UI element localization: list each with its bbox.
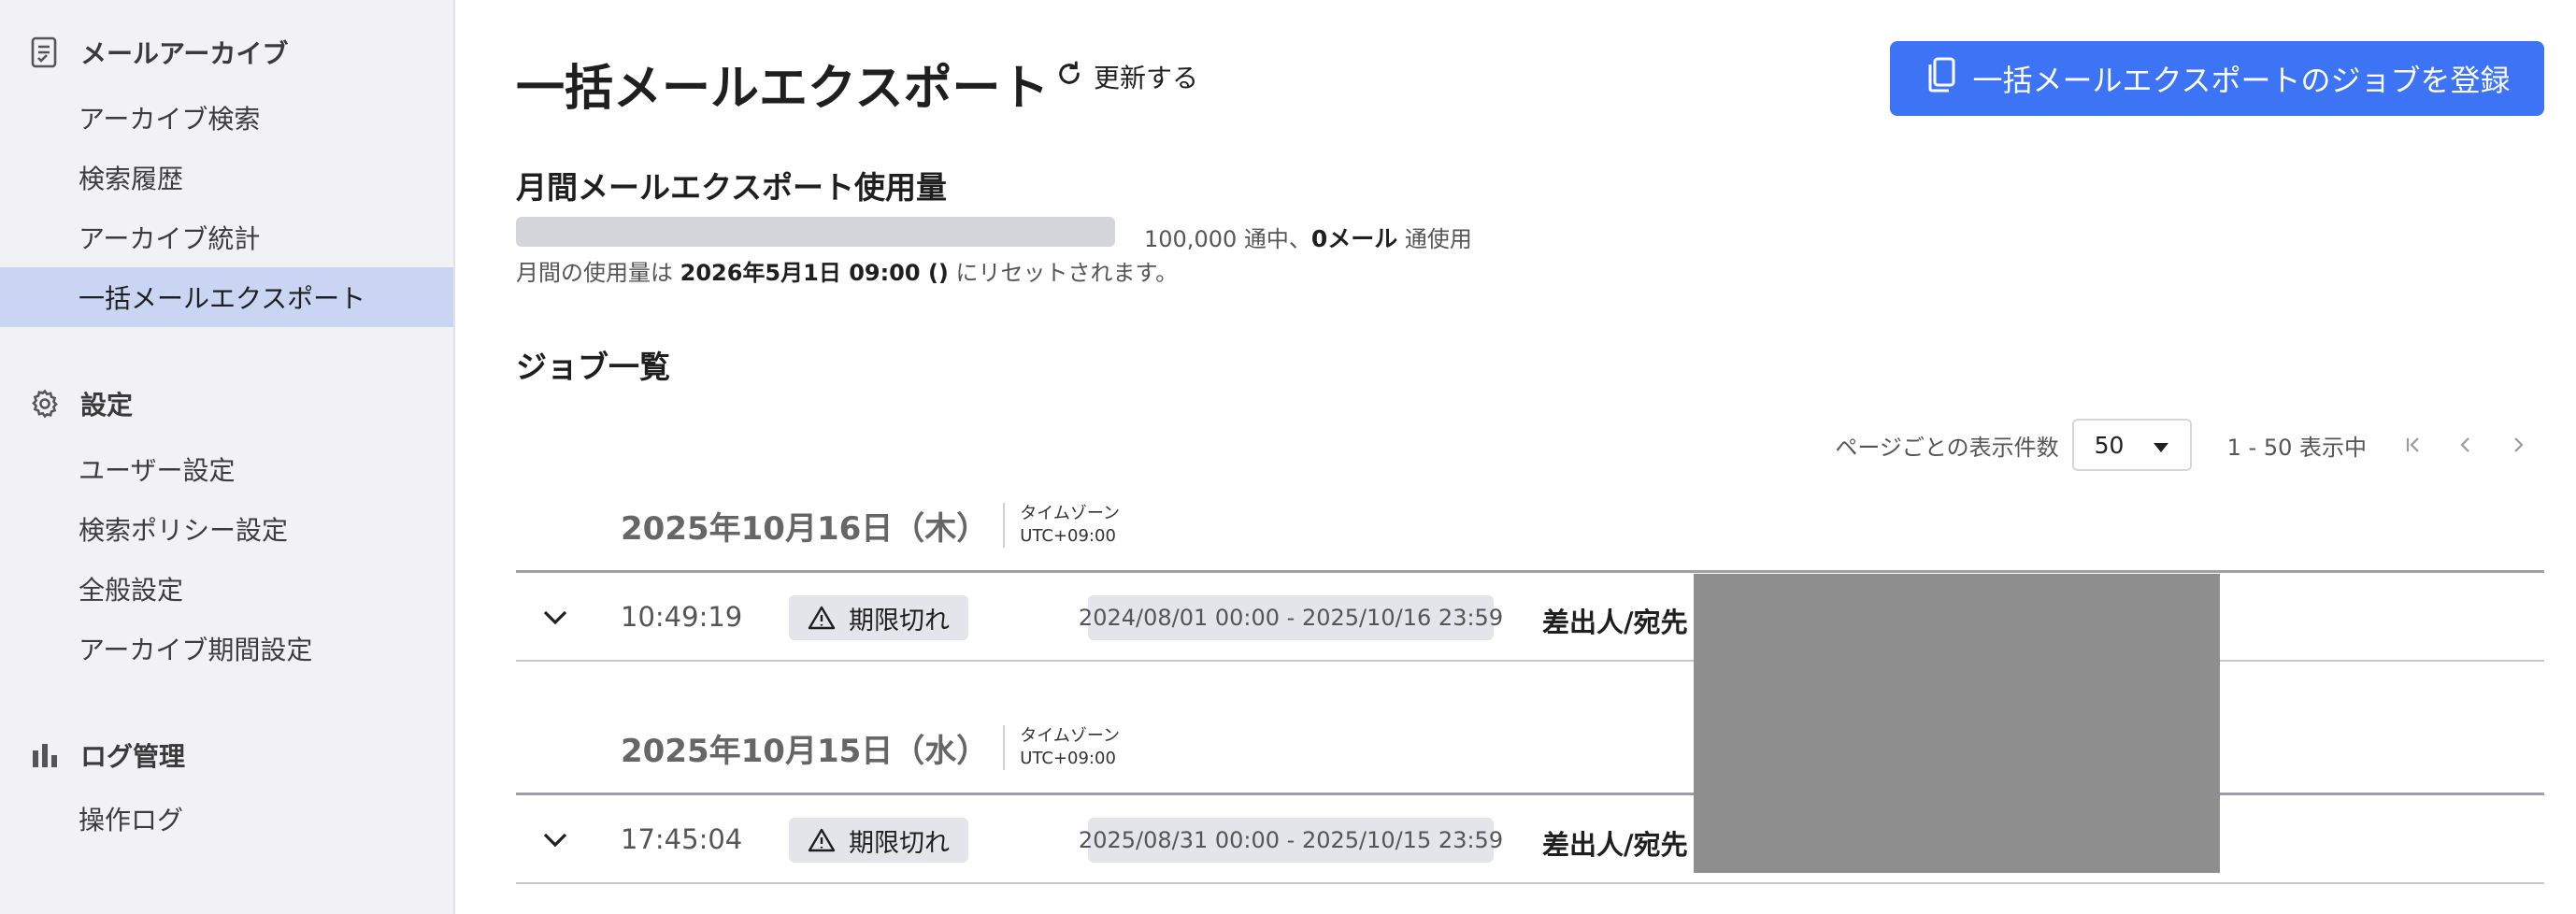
expand-row-button[interactable] [537,599,574,636]
sidebar-section-label: ログ管理 [80,741,186,772]
job-period: 2024/08/01 00:00 - 2025/10/16 23:59 [1079,595,1503,640]
jobs-title: ジョブ一覧 [516,349,670,385]
usage-title: 月間メールエクスポート使用量 [516,169,948,206]
chevron-left-icon [2460,437,2469,452]
copy-documents-icon [1924,56,1957,101]
sidebar-item-operation-log[interactable]: 操作ログ [0,789,453,849]
first-page-icon [2406,437,2419,452]
gear-icon [28,387,62,421]
sidebar-item-general-settings[interactable]: 全般設定 [0,559,453,619]
sidebar-section-label: 設定 [80,390,134,421]
timezone-label: タイムゾーン [1020,503,1121,523]
usage-used: 0メール [1310,225,1398,252]
timezone-value: UTC+09:00 [1020,749,1116,768]
bar-chart-icon [28,738,62,772]
caret-down-icon [2153,432,2169,459]
usage-summary: 100,000 通中、0メール 通使用 [1144,221,1472,254]
sidebar-item-archive-stats[interactable]: アーカイブ統計 [0,207,453,267]
job-time: 17:45:04 [621,823,743,855]
job-period: 2025/08/31 00:00 - 2025/10/15 23:59 [1079,818,1503,863]
job-time: 10:49:19 [621,601,743,633]
usage-total: 100,000 通中、 [1144,226,1311,252]
refresh-button[interactable]: 更新する [1054,58,1198,95]
chevron-down-icon [543,610,567,625]
sidebar-section-label: メールアーカイブ [80,38,289,69]
sidebar-item-archive-period[interactable]: アーカイブ期間設定 [0,619,453,678]
chevron-right-icon [2514,437,2524,452]
usage-reset-note: 月間の使用量は 2026年5月1日 09:00 () にリセットされます。 [516,254,1178,287]
sidebar-item-user-settings[interactable]: ユーザー設定 [0,439,453,499]
job-date: 2025年10月15日（水） [621,732,989,770]
job-date: 2025年10月16日（木） [621,509,989,548]
usage-progress-bar [516,217,1115,247]
sidebar-section-settings: 設定 [28,378,133,430]
per-page-select[interactable]: 50 [2071,419,2192,471]
sidebar-item-archive-search[interactable]: アーカイブ検索 [0,88,453,148]
per-page-label: ページごとの表示件数 [1835,434,2059,461]
page-range-text: 1 - 50 表示中 [2226,434,2367,461]
status-badge: 期限切れ [789,818,968,863]
sidebar: メールアーカイブ アーカイブ検索 検索履歴 アーカイブ統計 一括メールエクスポー… [0,0,455,914]
expand-row-button[interactable] [537,821,574,859]
job-date-header: 2025年10月16日（木） タイムゾーン UTC+09:00 [621,501,1120,550]
chevron-down-icon [543,833,567,848]
timezone-info: タイムゾーン UTC+09:00 [1003,503,1120,548]
reset-prefix: 月間の使用量は [516,260,680,286]
timezone-value: UTC+09:00 [1020,526,1116,546]
sidebar-item-search-policy[interactable]: 検索ポリシー設定 [0,499,453,559]
first-page-button[interactable] [2387,419,2440,471]
pagination: ページごとの表示件数 50 1 - 50 表示中 [1835,419,2544,471]
main-content: 一括メールエクスポート 更新する 一括メールエクスポートのジョブを登録 月間メー… [516,0,2544,914]
timezone-info: タイムゾーン UTC+09:00 [1003,725,1120,770]
refresh-label: 更新する [1094,63,1199,93]
sidebar-item-search-history[interactable]: 検索履歴 [0,148,453,207]
sidebar-section-log-management: ログ管理 [28,729,185,781]
job-date-header: 2025年10月15日（水） タイムゾーン UTC+09:00 [621,723,1120,772]
register-export-job-button[interactable]: 一括メールエクスポートのジョブを登録 [1890,41,2544,116]
redacted-area [1694,574,2220,873]
job-row: 17:45:04 期限切れ 2025/08/31 00:00 - 2025/10… [516,793,2544,884]
status-label: 期限切れ [849,828,950,858]
register-button-label: 一括メールエクスポートのジョブを登録 [1972,63,2511,98]
usage-used-suffix: 通使用 [1397,226,1472,252]
sender-recipient-label: 差出人/宛先 [1542,607,1688,638]
prev-page-button[interactable] [2440,419,2492,471]
timezone-label: タイムゾーン [1020,725,1121,746]
reset-date: 2026年5月1日 09:00 () [680,260,949,286]
per-page-value: 50 [2094,431,2125,459]
sidebar-section-mail-archive: メールアーカイブ [28,26,288,79]
sidebar-item-bulk-export[interactable]: 一括メールエクスポート [0,267,453,327]
status-badge: 期限切れ [789,595,968,640]
page-title: 一括メールエクスポート [516,61,1050,117]
reset-suffix: にリセットされます。 [948,260,1179,286]
sender-recipient-label: 差出人/宛先 [1542,829,1688,861]
warning-icon [808,606,836,630]
next-page-button[interactable] [2492,419,2544,471]
archive-list-icon [28,36,62,69]
refresh-icon [1054,59,1084,95]
status-label: 期限切れ [849,606,950,636]
job-row: 10:49:19 期限切れ 2024/08/01 00:00 - 2025/10… [516,570,2544,662]
warning-icon [808,828,836,852]
